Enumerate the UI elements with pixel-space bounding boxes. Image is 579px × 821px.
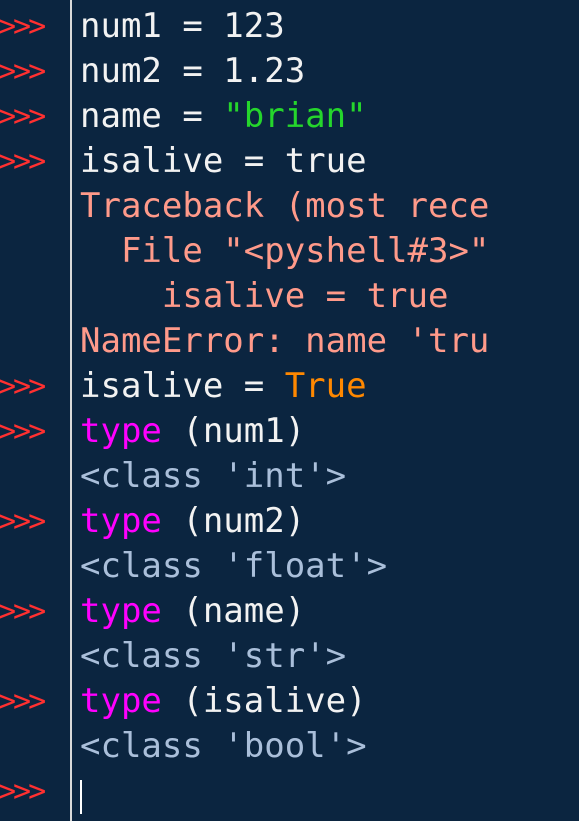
code-token: NameError: name 'tru [80, 321, 490, 361]
code-token: <class 'bool'> [80, 726, 367, 766]
code-token: <class 'str'> [80, 636, 347, 676]
code-token: type [80, 591, 162, 631]
code-token: type [80, 501, 162, 541]
prompt-marker: >>> [0, 414, 46, 449]
code-token: isalive = true [80, 276, 449, 316]
code-token: isalive = [80, 366, 285, 406]
prompt-marker: >>> [0, 684, 46, 719]
code-token: type [80, 681, 162, 721]
input-line: num1 = 123 [80, 4, 285, 49]
code-token: num2 = 1.23 [80, 51, 306, 91]
prompt-marker: >>> [0, 774, 46, 809]
input-line: num2 = 1.23 [80, 49, 305, 94]
input-line: isalive = True [80, 364, 367, 409]
prompt-marker: >>> [0, 144, 46, 179]
output-line: <class 'str'> [80, 634, 346, 679]
output-line: Traceback (most rece [80, 184, 489, 229]
text-cursor [80, 780, 82, 814]
input-line: type (name) [80, 589, 305, 634]
output-line: isalive = true [80, 274, 449, 319]
code-token: (isalive) [161, 681, 367, 721]
code-token: type [80, 411, 162, 451]
input-line: type (num1) [80, 409, 305, 454]
code-token: <class 'int'> [80, 456, 347, 496]
code-token: (num2) [161, 501, 306, 541]
gutter-divider [70, 0, 72, 821]
prompt-marker: >>> [0, 54, 46, 89]
code-token: True [284, 366, 367, 406]
prompt-marker: >>> [0, 504, 46, 539]
code-token: isalive = true [80, 141, 367, 181]
code-token: (name) [161, 591, 306, 631]
output-line: <class 'float'> [80, 544, 387, 589]
output-line: <class 'int'> [80, 454, 346, 499]
output-line: NameError: name 'tru [80, 319, 489, 364]
code-token: name = [80, 96, 224, 136]
prompt-marker: >>> [0, 369, 46, 404]
code-token: <class 'float'> [80, 546, 388, 586]
shell-output-area[interactable]: num1 = 123 num2 = 1.23 name = "brian" isali… [80, 0, 579, 821]
output-line: File "<pyshell#3>" [80, 229, 489, 274]
code-token: "brian" [223, 96, 367, 136]
code-token: Traceback (most rece [80, 186, 490, 226]
prompt-marker: >>> [0, 594, 46, 629]
python-shell-window[interactable]: >>> >>> >>> >>> >>> >>> >>> >>> >>> >>> num1 = 12… [0, 0, 579, 821]
input-line: isalive = true [80, 139, 367, 184]
input-line: name = "brian" [80, 94, 367, 139]
code-token: File "<pyshell#3>" [80, 231, 490, 271]
input-line: type (num2) [80, 499, 305, 544]
prompt-marker: >>> [0, 9, 46, 44]
input-line: type (isalive) [80, 679, 367, 724]
prompt-gutter: >>> >>> >>> >>> >>> >>> >>> >>> >>> >>> [0, 0, 70, 821]
code-token: num1 = 123 [80, 6, 285, 46]
prompt-marker: >>> [0, 99, 46, 134]
output-line: <class 'bool'> [80, 724, 367, 769]
code-token: (num1) [161, 411, 306, 451]
